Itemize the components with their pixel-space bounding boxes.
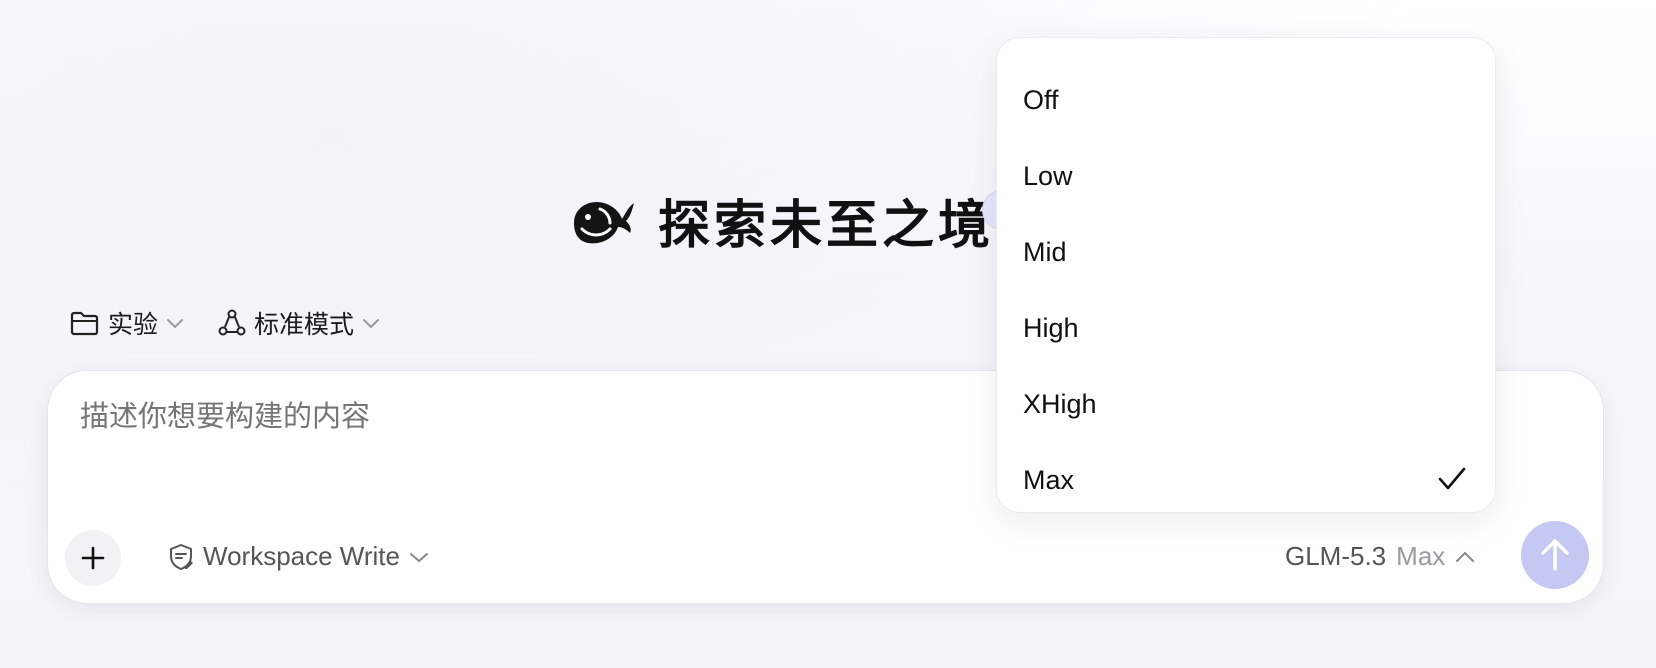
shield-edit-icon bbox=[170, 543, 193, 570]
menu-option-low[interactable]: Low bbox=[997, 138, 1495, 214]
model-name: GLM-5.3 bbox=[1285, 541, 1387, 571]
folder-selector[interactable]: 实验 bbox=[70, 305, 184, 341]
chevron-down-icon bbox=[409, 552, 428, 562]
plus-icon bbox=[81, 546, 105, 570]
menu-option-off[interactable]: Off bbox=[997, 62, 1495, 138]
menu-option-mid[interactable]: Mid bbox=[997, 214, 1495, 290]
send-button[interactable] bbox=[1521, 521, 1589, 589]
option-label: Mid bbox=[1023, 236, 1067, 267]
menu-option-xhigh[interactable]: XHigh bbox=[997, 366, 1495, 442]
menu-option-high[interactable]: High bbox=[997, 290, 1495, 366]
folder-label: 实验 bbox=[108, 311, 159, 339]
nodes-icon bbox=[218, 309, 246, 336]
reasoning-level-menu: Off Low Mid High XHigh Max bbox=[996, 37, 1496, 513]
mode-selector[interactable]: 标准模式 bbox=[218, 305, 380, 341]
prompt-input[interactable] bbox=[80, 401, 980, 434]
page-title: 探索未至之境 bbox=[658, 197, 995, 255]
context-selectors: 实验 标准模式 bbox=[70, 305, 380, 341]
chevron-down-icon bbox=[167, 319, 184, 329]
checkmark-icon bbox=[1438, 467, 1466, 490]
option-label: XHigh bbox=[1023, 388, 1097, 419]
permission-selector[interactable]: Workspace Write bbox=[168, 541, 429, 572]
attach-button[interactable] bbox=[65, 530, 121, 586]
chevron-down-icon bbox=[363, 319, 380, 329]
chevron-up-icon bbox=[1456, 551, 1475, 562]
option-label: Off bbox=[1023, 84, 1059, 115]
option-label: High bbox=[1023, 312, 1079, 343]
option-label: Low bbox=[1023, 160, 1073, 191]
arrow-up-icon bbox=[1541, 539, 1569, 571]
model-selector[interactable]: GLM-5.3 Max bbox=[1285, 541, 1475, 572]
folder-icon bbox=[70, 311, 99, 336]
mode-label: 标准模式 bbox=[254, 311, 355, 339]
permission-label: Workspace Write bbox=[203, 541, 400, 571]
hero: 探索未至之境 bbox=[566, 183, 994, 258]
model-level: Max bbox=[1396, 541, 1446, 571]
option-label: Max bbox=[1023, 464, 1075, 495]
menu-option-max[interactable]: Max bbox=[997, 442, 1495, 518]
whale-logo-icon bbox=[574, 201, 634, 243]
